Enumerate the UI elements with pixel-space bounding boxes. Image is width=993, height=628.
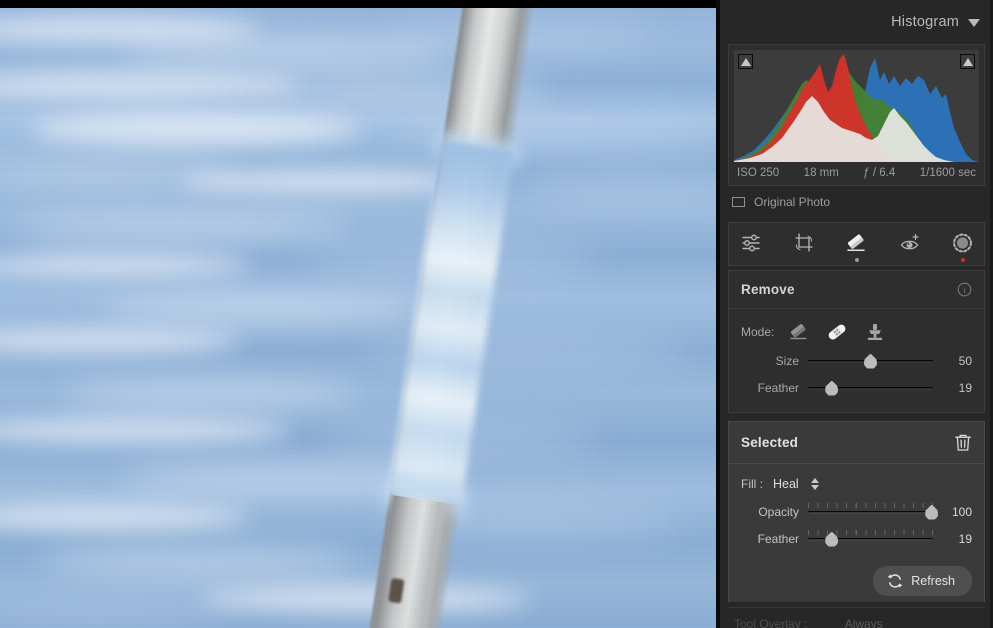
highlight-clipping-indicator[interactable] <box>960 54 975 69</box>
opacity-slider-row[interactable]: Opacity 100 <box>729 498 984 525</box>
lightroom-window: Histogram ISO 250 18 mm ƒ / 6.4 1/1600 s… <box>0 0 993 628</box>
selected-title: Selected <box>741 435 799 450</box>
histogram-panel-header[interactable]: Histogram <box>720 0 993 44</box>
feather-slider-row[interactable]: Feather 19 <box>729 374 984 401</box>
bottom-divider <box>728 607 985 608</box>
tool-overlay-label: Tool Overlay : <box>734 617 808 628</box>
stepper-updown-icon[interactable] <box>810 478 819 490</box>
exif-aperture: ƒ / 6.4 <box>863 167 896 179</box>
edited-photo[interactable] <box>0 8 716 628</box>
edit-sliders-tool-button[interactable] <box>737 229 765 259</box>
exif-iso: ISO 250 <box>737 167 780 179</box>
heal-bandage-icon <box>829 324 846 340</box>
masking-icon <box>953 233 972 253</box>
selected-feather-label: Feather <box>757 531 799 546</box>
heal-mode-button[interactable] <box>825 321 849 343</box>
exif-row: ISO 250 18 mm ƒ / 6.4 1/1600 sec <box>734 162 979 185</box>
original-photo-toggle[interactable]: Original Photo <box>720 186 993 219</box>
eraser-icon <box>790 324 808 340</box>
red-eye-tool-button[interactable] <box>896 229 924 259</box>
remove-section-header: Remove i <box>729 271 984 309</box>
opacity-label: Opacity <box>758 504 799 519</box>
exif-shutter-speed: 1/1600 sec <box>919 167 976 179</box>
clipping-triangle-icon <box>740 57 751 66</box>
red-eye-icon <box>900 233 919 250</box>
fill-row[interactable]: Fill : Heal <box>729 464 984 498</box>
shadow-clipping-indicator[interactable] <box>738 54 753 69</box>
refresh-label: Refresh <box>911 574 955 588</box>
refresh-button[interactable]: Refresh <box>873 566 972 596</box>
clipping-triangle-icon <box>962 57 973 66</box>
page-title: Histogram <box>891 14 959 30</box>
checkbox-icon[interactable] <box>732 197 745 207</box>
trash-icon[interactable] <box>954 433 972 452</box>
selected-feather-value: 19 <box>958 531 972 546</box>
tool-strip <box>728 222 985 266</box>
remove-title: Remove <box>741 282 795 297</box>
exif-focal-length: 18 mm <box>803 167 839 179</box>
selected-section-header: Selected <box>729 422 984 464</box>
eraser-icon <box>847 234 865 251</box>
stepper-down-icon[interactable] <box>810 485 819 490</box>
selected-feather-slider-row[interactable]: Feather 19 <box>729 525 984 552</box>
mode-icons <box>787 321 887 343</box>
masking-tool-button[interactable] <box>949 229 977 262</box>
photo-canvas[interactable] <box>0 0 720 628</box>
size-slider-track-wrap[interactable] <box>808 351 933 371</box>
slider-ticks <box>808 529 933 535</box>
feather-slider-knob[interactable] <box>825 380 839 396</box>
feather-label: Feather <box>757 380 799 395</box>
fill-label: Fill : <box>741 477 763 491</box>
chevron-down-icon[interactable] <box>968 19 980 27</box>
crop-icon <box>794 233 813 252</box>
histogram-block: ISO 250 18 mm ƒ / 6.4 1/1600 sec <box>728 44 985 186</box>
edit-sliders-icon <box>741 234 760 252</box>
mode-row: Mode: <box>729 309 984 347</box>
size-label: Size <box>775 353 799 368</box>
tool-overlay-row[interactable]: Tool Overlay : Always <box>734 617 883 628</box>
photo-grain <box>0 8 716 628</box>
feather-value: 19 <box>958 380 972 395</box>
clone-stamp-icon <box>868 324 883 340</box>
right-panel: Histogram ISO 250 18 mm ƒ / 6.4 1/1600 s… <box>720 0 993 628</box>
size-slider-knob[interactable] <box>864 353 877 369</box>
fill-value[interactable]: Heal <box>773 477 799 491</box>
mode-label: Mode: <box>741 325 775 339</box>
size-slider-row[interactable]: Size 50 <box>729 347 984 374</box>
selected-section: Selected Fill : Heal Opacity 100 Feather… <box>728 421 985 609</box>
remove-section: Remove i Mode: Size 50 Feather 19 <box>728 270 985 413</box>
refresh-row: Refresh <box>729 552 984 596</box>
original-photo-label: Original Photo <box>754 195 831 209</box>
opacity-value: 100 <box>951 504 972 519</box>
refresh-icon <box>887 574 903 588</box>
histogram-svg <box>734 54 979 162</box>
selected-feather-track-wrap[interactable] <box>808 529 933 549</box>
crop-tool-button[interactable] <box>790 229 818 259</box>
opacity-slider-track-wrap[interactable] <box>808 502 939 522</box>
slider-track[interactable] <box>808 510 933 514</box>
remove-tool-button[interactable] <box>843 229 871 262</box>
feather-slider-track-wrap[interactable] <box>808 378 933 398</box>
stepper-up-icon[interactable] <box>810 478 819 483</box>
erase-mode-button[interactable] <box>787 321 811 343</box>
clone-mode-button[interactable] <box>863 321 887 343</box>
slider-ticks <box>808 502 933 508</box>
histogram-chart[interactable] <box>734 50 979 162</box>
tool-dot-active <box>960 258 965 262</box>
help-circle-icon[interactable]: i <box>957 282 972 297</box>
tool-dot <box>854 258 859 262</box>
size-value: 50 <box>958 353 972 368</box>
svg-text:i: i <box>963 285 966 295</box>
tool-overlay-value[interactable]: Always <box>845 617 883 628</box>
bottom-strip: Tool Overlay : Always <box>720 602 993 628</box>
